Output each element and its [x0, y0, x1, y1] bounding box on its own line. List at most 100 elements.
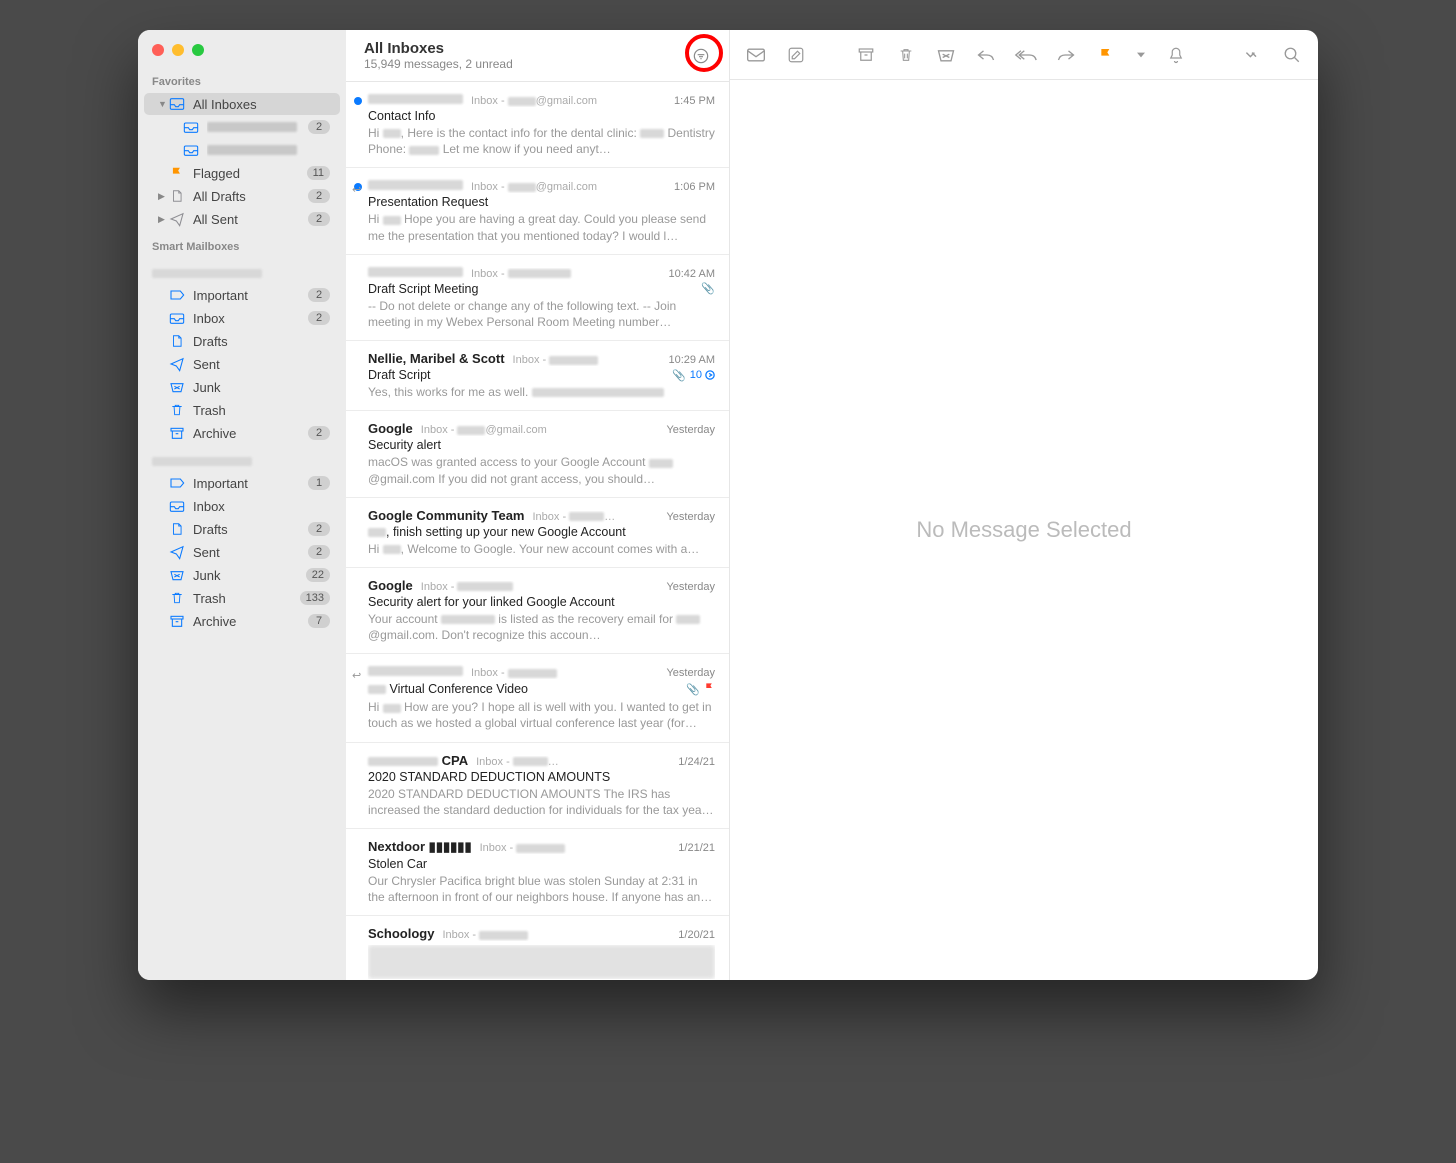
message-date: Yesterday: [666, 667, 715, 679]
message-mailbox: Inbox -: [480, 842, 671, 854]
message-mailbox: Inbox -: [471, 667, 658, 679]
sidebar-badge: 2: [308, 189, 330, 203]
sidebar-item-archive[interactable]: Archive2: [144, 422, 340, 444]
sidebar-item-label: Archive: [193, 614, 308, 629]
chevron-right-icon[interactable]: ▶: [158, 191, 168, 202]
message-mailbox: Inbox -: [421, 581, 659, 593]
compose-icon[interactable]: [786, 45, 806, 65]
archive-icon: [168, 425, 186, 441]
message-row[interactable]: Nellie, Maribel & Scott Inbox - 10:29 AM…: [346, 341, 729, 411]
attachment-icon: 📎: [701, 282, 715, 295]
junk-icon: [168, 379, 186, 395]
sidebar-badge: 133: [300, 591, 330, 605]
mailbox-subtitle: 15,949 messages, 2 unread: [364, 57, 687, 71]
filter-icon: [693, 48, 709, 64]
message-subject: Draft Script Meeting📎: [368, 282, 715, 296]
sidebar-item-junk[interactable]: Junk: [144, 376, 340, 398]
mailbox-title: All Inboxes: [364, 40, 687, 57]
message-row[interactable]: Nextdoor ▮▮▮▮▮▮ Inbox - 1/21/21Stolen Ca…: [346, 829, 729, 916]
sidebar-item-all-drafts[interactable]: ▶ All Drafts2: [144, 185, 340, 207]
sidebar-item-junk[interactable]: Junk22: [144, 564, 340, 586]
close-window-icon[interactable]: [152, 44, 164, 56]
flag-icon: [168, 165, 186, 181]
message-preview: Our Chrysler Pacifica bright blue was st…: [368, 873, 715, 905]
sidebar-item-trash[interactable]: Trash: [144, 399, 340, 421]
minimize-window-icon[interactable]: [172, 44, 184, 56]
sidebar-item--[interactable]: [144, 139, 340, 161]
delete-icon[interactable]: [896, 45, 916, 65]
more-icon[interactable]: [1242, 45, 1262, 65]
chevron-right-icon[interactable]: ▶: [158, 214, 168, 225]
message-mailbox: Inbox - @gmail.com: [421, 424, 659, 436]
sidebar-item-inbox[interactable]: Inbox2: [144, 307, 340, 329]
message-row[interactable]: Google Inbox - YesterdaySecurity alert f…: [346, 568, 729, 654]
message-sender: Google: [368, 421, 413, 436]
message-preview: Hi , Here is the contact info for the de…: [368, 125, 715, 157]
message-row[interactable]: Google Community Team Inbox - … Yesterda…: [346, 498, 729, 568]
message-sender: [368, 178, 463, 193]
important-icon: [168, 475, 186, 491]
message-mailbox: Inbox -: [471, 268, 661, 280]
sidebar-item-important[interactable]: Important1: [144, 472, 340, 494]
mute-icon[interactable]: [1166, 45, 1186, 65]
chevron-down-icon[interactable]: ▼: [158, 99, 168, 109]
sidebar-item-label: Important: [193, 288, 308, 303]
message-mailbox: Inbox - …: [476, 756, 670, 768]
message-row[interactable]: Google Inbox - @gmail.com YesterdaySecur…: [346, 411, 729, 497]
message-mailbox: Inbox - @gmail.com: [471, 95, 666, 107]
sidebar-badge: 2: [308, 426, 330, 440]
thread-count: 10: [690, 369, 715, 381]
filter-button[interactable]: [687, 42, 715, 70]
sidebar-item-archive[interactable]: Archive7: [144, 610, 340, 632]
sidebar-item-all-sent[interactable]: ▶All Sent2: [144, 208, 340, 230]
message-sender: Google: [368, 578, 413, 593]
attachment-icon: 📎: [672, 369, 686, 382]
message-row[interactable]: Inbox - 10:42 AMDraft Script Meeting📎-- …: [346, 255, 729, 341]
sidebar-item-sent[interactable]: Sent: [144, 353, 340, 375]
message-row[interactable]: ↩ Inbox - Yesterday Virtual Conference V…: [346, 654, 729, 742]
zoom-window-icon[interactable]: [192, 44, 204, 56]
search-icon[interactable]: [1282, 45, 1302, 65]
sidebar-item-label: Junk: [193, 380, 330, 395]
inbox-icon: [182, 142, 200, 158]
sidebar-item-trash[interactable]: Trash133: [144, 587, 340, 609]
no-message-selected-text: No Message Selected: [730, 80, 1318, 980]
flag-icon[interactable]: [1096, 45, 1116, 65]
message-row[interactable]: ↩ Inbox - @gmail.com 1:06 PMPresentation…: [346, 168, 729, 254]
forward-icon[interactable]: [1056, 45, 1076, 65]
message-row[interactable]: Inbox - @gmail.com 1:45 PMContact InfoHi…: [346, 82, 729, 168]
reply-icon[interactable]: [976, 45, 996, 65]
sidebar-item-flagged[interactable]: Flagged11: [144, 162, 340, 184]
sidebar-item-label: All Drafts: [193, 189, 308, 204]
message-row[interactable]: Schoology Inbox - 1/20/21: [346, 916, 729, 980]
archive-icon[interactable]: [856, 45, 876, 65]
message-preview: Hi Hope you are having a great day. Coul…: [368, 211, 715, 243]
flag-dropdown-icon[interactable]: [1136, 45, 1146, 65]
sidebar-item-label: [207, 120, 308, 135]
message-date: 1/20/21: [678, 929, 715, 941]
sidebar-item-label: Trash: [193, 403, 330, 418]
junk-icon[interactable]: [936, 45, 956, 65]
attachment-icon: 📎: [686, 683, 700, 696]
message-preview: Hi How are you? I hope all is well with …: [368, 699, 715, 731]
reply-all-icon[interactable]: [1016, 45, 1036, 65]
sidebar-item--g-[interactable]: 2: [144, 116, 340, 138]
get-mail-icon[interactable]: [746, 45, 766, 65]
sidebar-badge: 2: [308, 212, 330, 226]
sidebar-badge: 2: [308, 522, 330, 536]
sidebar-section-favorites: Favorites: [138, 66, 346, 92]
message-list[interactable]: Inbox - @gmail.com 1:45 PMContact InfoHi…: [346, 82, 729, 980]
sidebar-item-important[interactable]: Important2: [144, 284, 340, 306]
message-date: Yesterday: [666, 511, 715, 523]
sidebar-item-drafts[interactable]: Drafts2: [144, 518, 340, 540]
sent-icon: [168, 356, 186, 372]
junk-icon: [168, 567, 186, 583]
sidebar-badge: 2: [308, 288, 330, 302]
sidebar-item-inbox[interactable]: Inbox: [144, 495, 340, 517]
sidebar-item-drafts[interactable]: Drafts: [144, 330, 340, 352]
message-preview: Hi , Welcome to Google. Your new account…: [368, 541, 715, 557]
sidebar-item-sent[interactable]: Sent2: [144, 541, 340, 563]
message-row[interactable]: CPA Inbox - … 1/24/212020 STANDARD DEDUC…: [346, 743, 729, 829]
sidebar-account1-header: [138, 257, 346, 283]
sidebar-item-all-inboxes[interactable]: ▼All Inboxes: [144, 93, 340, 115]
